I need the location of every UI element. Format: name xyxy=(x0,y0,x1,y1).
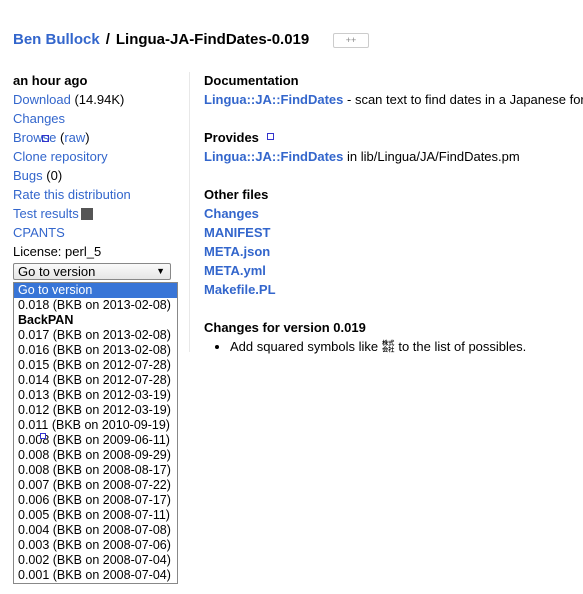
version-option[interactable]: 0.005 (BKB on 2008-07-11) xyxy=(14,508,177,523)
version-option[interactable]: 0.008 (BKB on 2009-06-11) xyxy=(14,433,177,448)
file-link[interactable]: Changes xyxy=(204,206,259,221)
version-option[interactable]: 0.002 (BKB on 2008-07-04) xyxy=(14,553,177,568)
doc-module-description: - scan text to find dates in a Japanese … xyxy=(343,92,583,107)
file-link[interactable]: META.json xyxy=(204,244,270,259)
provides-heading: Provides xyxy=(204,130,583,149)
plusone-button[interactable]: ++ xyxy=(333,33,369,48)
version-dropdown-list[interactable]: Go to version 0.018 (BKB on 2013-02-08) Ba… xyxy=(13,282,178,584)
version-option[interactable]: 0.004 (BKB on 2008-07-08) xyxy=(14,523,177,538)
version-option[interactable]: 0.008 (BKB on 2008-09-29) xyxy=(14,448,177,463)
changes-heading: Changes for version 0.019 xyxy=(204,320,366,335)
other-files-list: Changes MANIFEST META.json META.yml Makefile… xyxy=(204,206,583,301)
focus-marker-icon xyxy=(266,133,274,140)
main-content: Documentation Lingua::JA::FindDates - sc… xyxy=(204,73,583,354)
version-select-value: Go to version xyxy=(18,264,96,279)
version-option[interactable]: 0.013 (BKB on 2012-03-19) xyxy=(14,388,177,403)
rate-distribution-link[interactable]: Rate this distribution xyxy=(13,187,131,202)
version-option[interactable]: 0.011 (BKB on 2010-09-19) xyxy=(14,418,177,433)
version-option[interactable]: 0.017 (BKB on 2013-02-08) xyxy=(14,328,177,343)
version-select[interactable]: Go to version ▼ xyxy=(13,263,171,280)
file-link[interactable]: META.yml xyxy=(204,263,266,278)
raw-link[interactable]: raw xyxy=(64,130,85,145)
test-results-link[interactable]: Test results xyxy=(13,206,79,221)
distribution-title: Lingua-JA-FindDates-0.019 xyxy=(115,31,310,48)
version-group-label: BackPAN xyxy=(18,313,74,327)
provides-path: in lib/Lingua/JA/FindDates.pm xyxy=(343,149,520,164)
version-option[interactable]: 0.006 (BKB on 2008-07-17) xyxy=(14,493,177,508)
release-time: an hour ago xyxy=(13,73,88,88)
change-item: Add squared symbols like ㍿ to the list o… xyxy=(230,339,583,354)
chevron-down-icon: ▼ xyxy=(156,266,165,276)
download-link[interactable]: Download xyxy=(13,92,71,107)
documentation-heading: Documentation xyxy=(204,73,299,88)
version-option[interactable]: Go to version xyxy=(14,283,177,298)
bugs-link[interactable]: Bugs xyxy=(13,168,43,183)
test-matrix-icon[interactable] xyxy=(80,208,93,220)
bugs-count: (0) xyxy=(46,168,63,183)
download-size: (14.94K) xyxy=(74,92,125,107)
version-option[interactable]: 0.014 (BKB on 2012-07-28) xyxy=(14,373,177,388)
focus-marker-icon xyxy=(42,135,49,142)
version-option[interactable]: 0.012 (BKB on 2012-03-19) xyxy=(14,403,177,418)
version-option[interactable]: 0.018 (BKB on 2013-02-08) xyxy=(14,298,177,313)
mouse-cursor-icon xyxy=(40,433,46,439)
file-link[interactable]: MANIFEST xyxy=(204,225,270,240)
provides-module-link[interactable]: Lingua::JA::FindDates xyxy=(204,149,343,164)
license-label: License: perl_5 xyxy=(13,244,102,259)
version-option[interactable]: 0.003 (BKB on 2008-07-06) xyxy=(14,538,177,553)
page-header: Ben Bullock / Lingua-JA-FindDates-0.019 xyxy=(13,31,309,48)
version-option[interactable]: 0.001 (BKB on 2008-07-04) xyxy=(14,568,177,583)
file-link[interactable]: Makefile.PL xyxy=(204,282,276,297)
version-option[interactable]: 0.007 (BKB on 2008-07-22) xyxy=(14,478,177,493)
changes-link[interactable]: Changes xyxy=(13,111,65,126)
version-option[interactable]: 0.016 (BKB on 2013-02-08) xyxy=(14,343,177,358)
cpants-link[interactable]: CPANTS xyxy=(13,225,65,240)
column-divider xyxy=(189,72,190,352)
breadcrumb-separator: / xyxy=(105,31,110,48)
version-option[interactable]: 0.008 (BKB on 2008-08-17) xyxy=(14,463,177,478)
release-sidebar: an hour ago Download (14.94K) Changes Br… xyxy=(13,73,188,263)
author-link[interactable]: Ben Bullock xyxy=(13,31,100,48)
browse-link[interactable]: Browse xyxy=(13,130,56,145)
clone-repository-link[interactable]: Clone repository xyxy=(13,149,108,164)
changes-list: Add squared symbols like ㍿ to the list o… xyxy=(204,339,583,354)
other-files-heading: Other files xyxy=(204,187,269,202)
doc-module-link[interactable]: Lingua::JA::FindDates xyxy=(204,92,343,107)
version-option[interactable]: 0.015 (BKB on 2012-07-28) xyxy=(14,358,177,373)
